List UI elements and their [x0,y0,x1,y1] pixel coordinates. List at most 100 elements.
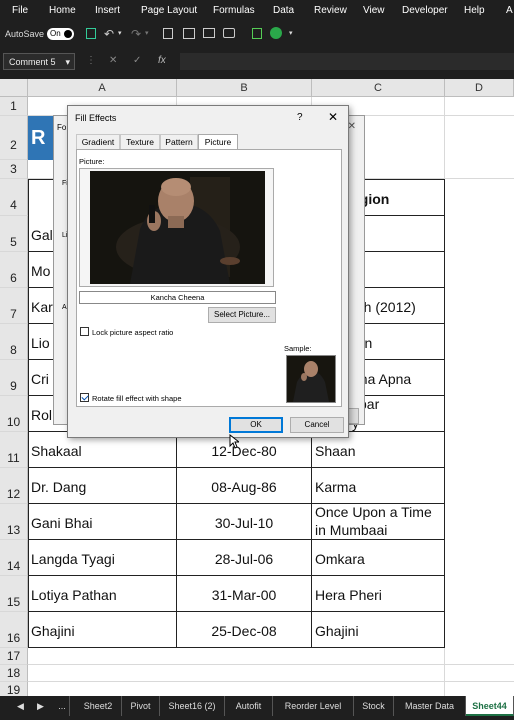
cell-a14[interactable]: Langda Tyagi [28,540,177,576]
print-icon[interactable] [203,28,215,38]
sheet-tab-autofit[interactable]: Autofit [225,696,273,716]
cancel-button[interactable]: Cancel [290,417,344,433]
select-picture-button[interactable]: Select Picture... [208,307,276,323]
cell-text: Shaan [315,443,356,459]
undo-icon[interactable]: ↶ [104,27,114,41]
close-icon[interactable]: ✕ [328,110,338,124]
cell-c15[interactable]: Hera Pheri [312,576,445,612]
menu-help[interactable]: Help [464,5,485,16]
redo-dropdown-icon[interactable]: ▾ [145,29,149,37]
tab-texture[interactable]: Texture [120,134,160,149]
name-box-dropdown-icon[interactable]: ▾ [65,57,70,68]
sheet-tab-sheet44[interactable]: Sheet44 [466,696,514,716]
menu-formulas[interactable]: Formulas [213,5,255,16]
new-file-icon[interactable] [163,28,173,39]
cell-b12[interactable]: 08-Aug-86 [177,468,312,504]
menu-view[interactable]: View [363,5,385,16]
tab-picture[interactable]: Picture [198,134,238,150]
row-header-11[interactable]: 11 [0,432,28,468]
row-header-6[interactable]: 6 [0,252,28,288]
row-header-2[interactable]: 2 [0,116,28,160]
row-header-8[interactable]: 8 [0,324,28,360]
lock-aspect-checkbox[interactable] [80,327,89,336]
column-header-b[interactable]: B [177,79,312,97]
undo-dropdown-icon[interactable]: ▾ [118,29,122,37]
select-all-corner[interactable] [0,79,28,97]
picture-label: Picture: [79,157,105,166]
row-header-15[interactable]: 15 [0,576,28,612]
camera-icon[interactable] [223,28,235,38]
cell-b16[interactable]: 25-Dec-08 [177,612,312,648]
row-header-4[interactable]: 4 [0,179,28,216]
row-header-7[interactable]: 7 [0,288,28,324]
scroll-right-icon[interactable]: ▶ [37,701,44,712]
row-header-17[interactable]: 17 [0,648,28,665]
row-header-19[interactable]: 19 [0,682,28,696]
row-header-18[interactable]: 18 [0,665,28,682]
cell-b13[interactable]: 30-Jul-10 [177,504,312,540]
cell-b15[interactable]: 31-Mar-00 [177,576,312,612]
row-header-9[interactable]: 9 [0,360,28,396]
menu-developer[interactable]: Developer [402,5,448,16]
menu-home[interactable]: Home [49,5,76,16]
sample-image [287,356,335,402]
cell-b14[interactable]: 28-Jul-06 [177,540,312,576]
column-header-c[interactable]: C [312,79,445,97]
cell-c14[interactable]: Omkara [312,540,445,576]
tab-gradient[interactable]: Gradient [76,134,120,149]
formula-separator-icon: ⋮ [86,55,96,66]
sheet-tab-reorder-level[interactable]: Reorder Level [273,696,354,716]
title-cell[interactable]: R [28,116,54,160]
row-header-14[interactable]: 14 [0,540,28,576]
sync-icon[interactable] [270,27,282,39]
row-header-10[interactable]: 10 [0,396,28,432]
cell-a15[interactable]: Lotiya Pathan [28,576,177,612]
row-header-3[interactable]: 3 [0,160,28,179]
sheet-tab-pivot[interactable]: Pivot [122,696,160,716]
customize-qat-icon[interactable]: ▾ [289,29,293,37]
gridline [28,681,514,682]
rotate-fill-checkbox[interactable] [80,393,89,402]
enter-formula-icon[interactable]: ✓ [133,55,141,66]
row-header-5[interactable]: 5 [0,216,28,252]
autosave-toggle[interactable]: On [47,28,74,40]
name-box[interactable]: Comment 5 ▾ [3,53,75,70]
cell-text: Once Upon a Time [315,504,432,520]
row-header-12[interactable]: 12 [0,468,28,504]
cell-a16[interactable]: Ghajini [28,612,177,648]
cell-text: 12-Dec-80 [211,443,277,459]
scroll-left-icon[interactable]: ◀ [17,701,24,712]
sheet-tab-stock[interactable]: Stock [354,696,394,716]
row-header-13[interactable]: 13 [0,504,28,540]
menu-data[interactable]: Data [273,5,294,16]
cell-a12[interactable]: Dr. Dang [28,468,177,504]
menu-file[interactable]: File [12,5,28,16]
help-icon[interactable]: ? [297,112,303,123]
row-header-1[interactable]: 1 [0,97,28,116]
menu-review[interactable]: Review [314,5,347,16]
sheet-tab-master-data[interactable]: Master Data [394,696,466,716]
export-icon[interactable] [252,28,262,39]
cell-c12[interactable]: Karma [312,468,445,504]
formula-input[interactable] [180,53,514,70]
cancel-formula-icon[interactable]: ✕ [109,55,117,66]
tab-pattern[interactable]: Pattern [160,134,198,149]
sheet-tab-more[interactable]: ... [55,696,70,716]
menu-page-layout[interactable]: Page Layout [141,5,197,16]
menu-more[interactable]: A [506,5,513,16]
sheet-tab-sheet16-2[interactable]: Sheet16 (2) [160,696,225,716]
redo-icon[interactable]: ↷ [131,27,141,41]
row-header-16[interactable]: 16 [0,612,28,648]
column-header-d[interactable]: D [445,79,514,97]
insert-function-icon[interactable]: fx [158,55,166,66]
cell-c16[interactable]: Ghajini [312,612,445,648]
save-icon[interactable] [86,28,96,39]
column-header-a[interactable]: A [28,79,177,97]
open-folder-icon[interactable] [183,28,195,39]
back-dialog-title: Fo [57,123,67,132]
cell-a13[interactable]: Gani Bhai [28,504,177,540]
sheet-tab-sheet2[interactable]: Sheet2 [75,696,122,716]
menu-insert[interactable]: Insert [95,5,120,16]
cell-c13[interactable]: Once Upon a Time in Mumbaai [312,504,445,540]
ok-button[interactable]: OK [229,417,283,433]
